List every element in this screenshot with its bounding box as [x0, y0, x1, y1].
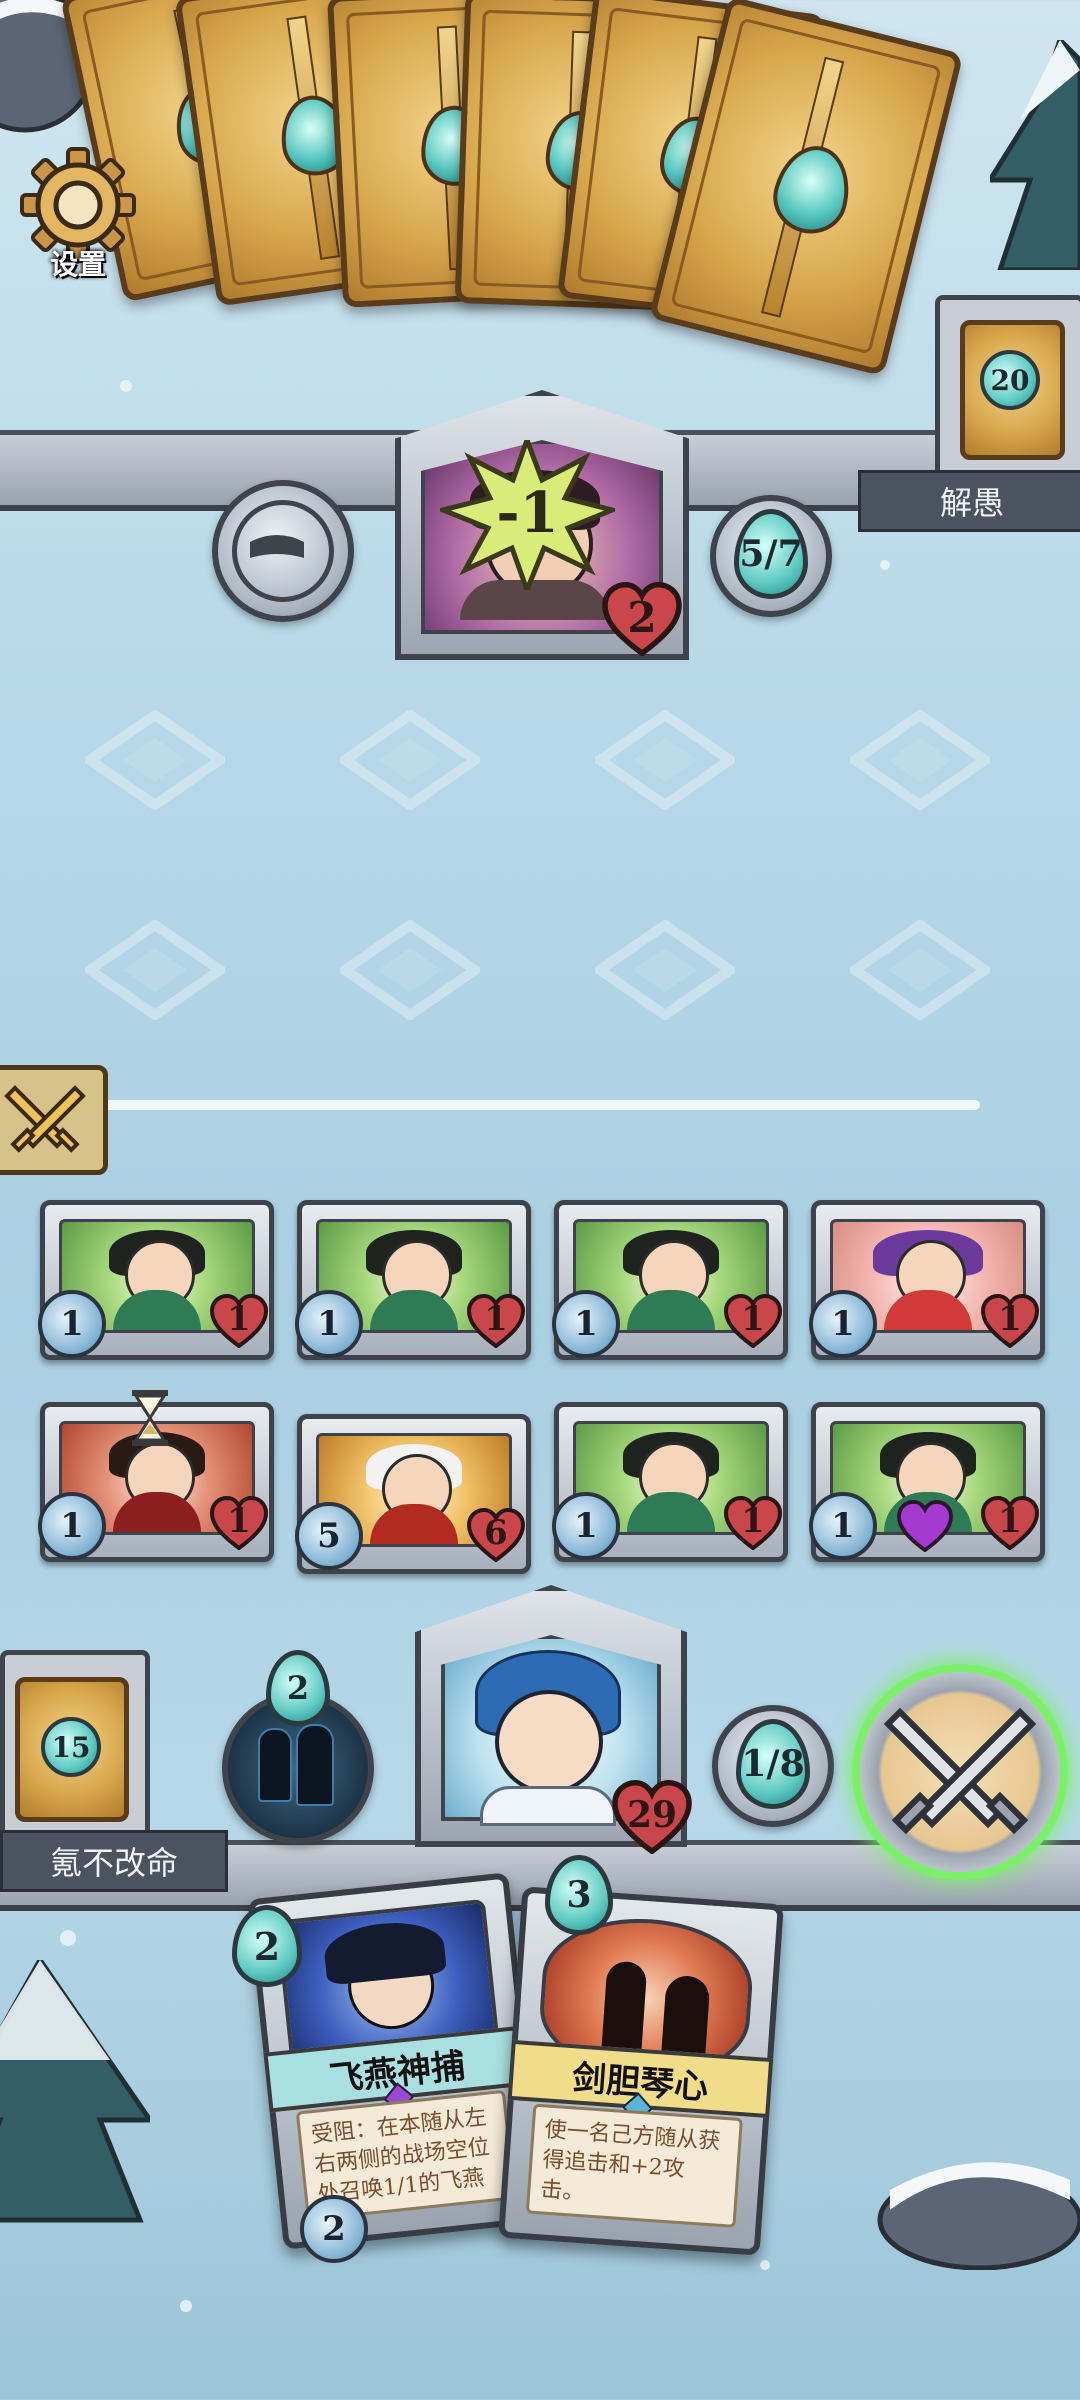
player-name: 氪不改命: [0, 1830, 228, 1892]
board-divider: [100, 1100, 980, 1110]
player-mana: 1/8: [741, 1743, 805, 1785]
opponent-name: 解愚: [858, 470, 1080, 532]
mask-icon: [250, 535, 304, 558]
minion-health: 6: [467, 1508, 525, 1562]
crossed-swords-icon: [4, 1085, 86, 1153]
attack-mode-button[interactable]: [0, 1065, 108, 1175]
minion-health: 1: [724, 1294, 782, 1348]
damage-burst: -1: [434, 432, 620, 598]
hand-card[interactable]: 剑胆琴心 使一名己方随从获得追击和+2攻击。: [498, 1886, 784, 2256]
settings-label: 设置: [49, 248, 106, 281]
card-description: 使一名己方随从获得追击和+2攻击。: [525, 2103, 743, 2228]
minion-health: 1: [210, 1496, 268, 1550]
minion-attack: 1: [809, 1492, 877, 1560]
player-health: 29: [612, 1780, 692, 1854]
hand-card-attack: 2: [300, 2195, 368, 2263]
damage-number: -1: [496, 480, 559, 546]
purple-heart-icon: [897, 1499, 953, 1553]
rock-decoration-right: [870, 2140, 1080, 2271]
minion-health: 1: [724, 1496, 782, 1550]
hero-power-cost: 2: [266, 1650, 330, 1726]
minion-attack: 1: [295, 1290, 363, 1358]
end-turn-button[interactable]: [860, 1672, 1060, 1872]
hourglass-icon: [130, 1388, 170, 1448]
minion-attack: 1: [38, 1290, 106, 1358]
opponent-hero-power: [212, 480, 354, 622]
opponent-deck-count: 20: [980, 350, 1040, 410]
opponent-mana: 5/7: [739, 533, 803, 575]
minion-health: 1: [981, 1294, 1039, 1348]
tree-decoration-left: [0, 1955, 155, 2260]
player-deck-count: 15: [41, 1717, 101, 1777]
player-deck[interactable]: 15: [0, 1650, 150, 1840]
minion-attack: 5: [295, 1502, 363, 1570]
opponent-mana-crystal: 5/7: [710, 495, 832, 617]
crossed-swords-icon: [883, 1707, 1037, 1835]
player-mana-crystal: 1/8: [712, 1705, 834, 1827]
minion-health: 1: [981, 1496, 1039, 1550]
minion-attack: 1: [552, 1492, 620, 1560]
tree-decoration-top-right: [985, 35, 1080, 273]
player-hero-portrait[interactable]: [455, 1650, 635, 1826]
minion-health: 1: [467, 1294, 525, 1348]
settings-button[interactable]: 设置: [18, 145, 138, 285]
minion-attack: 1: [38, 1492, 106, 1560]
minion-attack: 1: [809, 1290, 877, 1358]
minion-health: 1: [210, 1294, 268, 1348]
opponent-deck[interactable]: 20: [935, 295, 1080, 480]
opponent-health: 2: [602, 582, 682, 656]
minion-attack: 1: [552, 1290, 620, 1358]
